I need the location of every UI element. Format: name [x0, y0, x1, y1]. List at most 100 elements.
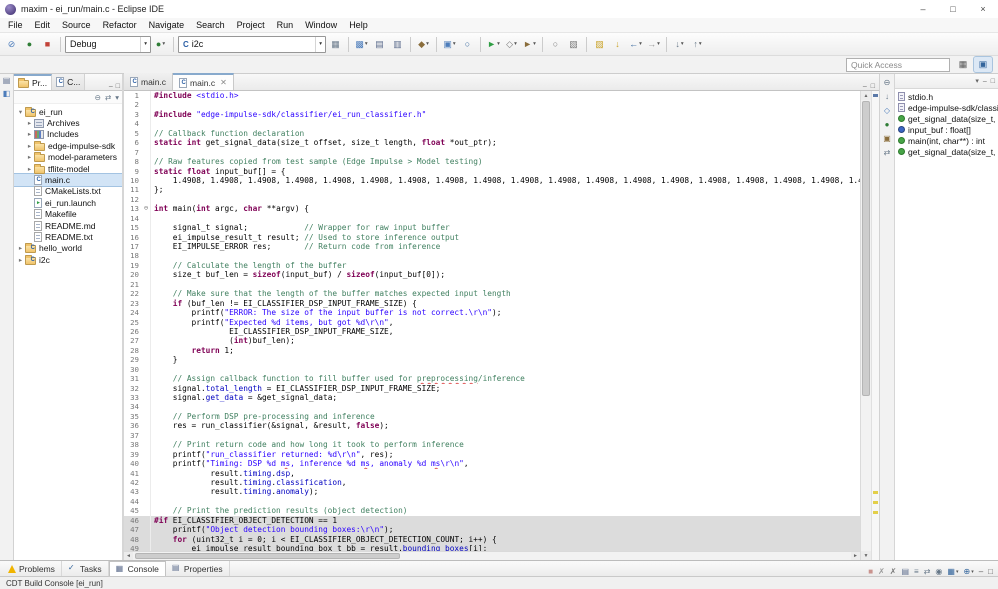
code-line-26[interactable]: 26 EI_CLASSIFIER_DSP_INPUT_FRAME_SIZE,	[124, 327, 860, 336]
code-line-1[interactable]: 1#include <stdio.h>	[124, 91, 860, 100]
tab-properties[interactable]: Properties	[166, 561, 230, 576]
explorer-item-tflite-model[interactable]: ▸tflite-model	[14, 163, 122, 174]
outline-item-get-signal-data[interactable]: get_signal_data(size_t, size_t, float*) …	[895, 113, 998, 124]
menu-project[interactable]: Project	[231, 20, 271, 30]
new-c-project-button[interactable]: ▣▾	[441, 35, 458, 53]
new-wizard-button[interactable]: ▩▾	[353, 35, 370, 53]
code-line-23[interactable]: 23 if (buf_len != EI_CLASSIFIER_DSP_INPU…	[124, 299, 860, 308]
pin-console-button[interactable]: ◉	[935, 568, 942, 576]
save-button[interactable]: ▤	[371, 35, 388, 53]
explorer-tab-c[interactable]: C...	[52, 74, 85, 90]
code-line-27[interactable]: 27 (int)buf_len);	[124, 336, 860, 345]
code-line-18[interactable]: 18	[124, 251, 860, 260]
restore-view-button[interactable]: ▤	[3, 77, 11, 85]
chevron-down-icon[interactable]: ▾	[315, 37, 325, 52]
menu-help[interactable]: Help	[343, 20, 374, 30]
code-line-20[interactable]: 20 size_t buf_len = sizeof(input_buf) / …	[124, 270, 860, 279]
open-element-button[interactable]: ○	[547, 35, 564, 53]
scroll-lock-button[interactable]: ≡	[914, 568, 919, 576]
twisty-icon[interactable]: ▸	[25, 153, 34, 161]
explorer-item-main-c[interactable]: main.c	[14, 174, 122, 185]
code-line-4[interactable]: 4	[124, 119, 860, 128]
tab-problems[interactable]: Problems	[2, 561, 62, 576]
twisty-icon[interactable]: ▸	[25, 119, 34, 127]
explorer-item-readme-md[interactable]: README.md	[14, 220, 122, 231]
scroll-up-arrow-icon[interactable]: ▲	[861, 91, 871, 100]
code-line-11[interactable]: 11};	[124, 185, 860, 194]
maximize-button[interactable]: □	[938, 0, 968, 18]
code-line-38[interactable]: 38 // Print return code and how long it …	[124, 440, 860, 449]
cpp-perspective-button[interactable]: ▣	[974, 57, 992, 72]
code-line-17[interactable]: 17 EI_IMPULSE_ERROR res; // Return code …	[124, 242, 860, 251]
twisty-icon[interactable]: ▸	[16, 256, 25, 264]
outline-item-main[interactable]: main(int, char**) : int	[895, 135, 998, 146]
previous-annotation-button[interactable]: ↑▾	[689, 35, 706, 53]
code-line-29[interactable]: 29 }	[124, 355, 860, 364]
minimize-editor-button[interactable]: –	[863, 83, 867, 90]
skip-all-breakpoints-button[interactable]: ⊘	[3, 35, 20, 53]
code-line-19[interactable]: 19 // Calculate the length of the buffer	[124, 261, 860, 270]
menu-navigate[interactable]: Navigate	[143, 20, 191, 30]
next-annotation-button[interactable]: ↓▾	[671, 35, 688, 53]
code-line-35[interactable]: 35 // Perform DSP pre-processing and inf…	[124, 412, 860, 421]
explorer-item-ei-run[interactable]: ▾ei_run	[14, 106, 122, 117]
fold-marker-icon[interactable]: ⊖	[142, 204, 151, 213]
vertical-scrollbar[interactable]: ▲ ▼	[860, 91, 871, 560]
close-button[interactable]: ×	[968, 0, 998, 18]
code-line-33[interactable]: 33 signal.get_data = &get_signal_data;	[124, 393, 860, 402]
scroll-down-arrow-icon[interactable]: ▼	[861, 551, 871, 560]
code-line-46[interactable]: 46#if EI_CLASSIFIER_OBJECT_DETECTION == …	[124, 516, 860, 525]
code-line-10[interactable]: 10 1.4908, 1.4908, 1.4908, 1.4908, 1.490…	[124, 176, 860, 185]
code-line-31[interactable]: 31 // Assign callback function to fill b…	[124, 374, 860, 383]
code-line-45[interactable]: 45 // Print the prediction results (obje…	[124, 506, 860, 515]
external-tools-button[interactable]: ►▾	[521, 35, 538, 53]
overview-mark[interactable]	[873, 491, 878, 494]
maximize-outline-button[interactable]: □	[991, 78, 995, 85]
manage-configurations-button[interactable]: ▦	[327, 35, 344, 53]
overview-mark[interactable]	[873, 501, 878, 504]
link-with-editor-button[interactable]: ⇄	[105, 93, 111, 102]
code-line-49[interactable]: 49 ei_impulse_result_bounding_box_t bb =…	[124, 544, 860, 551]
hide-fields-button[interactable]: ◇	[884, 107, 890, 115]
explorer-item-makefile[interactable]: Makefile	[14, 209, 122, 220]
explorer-item-edge-impulse-sdk[interactable]: ▸edge-impulse-sdk	[14, 140, 122, 151]
explorer-item-archives[interactable]: ▸Archives	[14, 117, 122, 128]
minimize-button[interactable]: –	[908, 0, 938, 18]
code-line-43[interactable]: 43 result.timing.anomaly);	[124, 487, 860, 496]
sort-outline-button[interactable]: ↓	[885, 93, 889, 101]
maximize-editor-button[interactable]: □	[871, 83, 875, 90]
code-line-36[interactable]: 36 res = run_classifier(&signal, &result…	[124, 421, 860, 430]
code-line-6[interactable]: 6static int get_signal_data(size_t offse…	[124, 138, 860, 147]
launch-configuration-combo[interactable]: Debug▾	[65, 36, 151, 53]
collapse-all-button[interactable]: ⊖	[95, 93, 101, 102]
code-line-37[interactable]: 37	[124, 431, 860, 440]
code-line-13[interactable]: 13⊖int main(int argc, char **argv) {	[124, 204, 860, 213]
explorer-item-model-parameters[interactable]: ▸model-parameters	[14, 152, 122, 163]
maximize-console-button[interactable]: □	[988, 568, 993, 576]
code-line-2[interactable]: 2	[124, 100, 860, 109]
outline-item-get-signal-data[interactable]: get_signal_data(size_t, size_t, float*) …	[895, 146, 998, 157]
twisty-icon[interactable]: ▸	[16, 244, 25, 252]
overview-mark[interactable]	[873, 511, 878, 514]
forward-button[interactable]: →▾	[645, 35, 662, 53]
code-line-21[interactable]: 21	[124, 280, 860, 289]
twisty-icon[interactable]: ▾	[16, 108, 25, 116]
last-edit-location-button[interactable]: ↓	[609, 35, 626, 53]
collapse-all-outline-button[interactable]: ⊖	[884, 79, 891, 87]
quick-access-input[interactable]: Quick Access	[846, 58, 950, 72]
code-line-40[interactable]: 40 printf("Timing: DSP %d ms, inference …	[124, 459, 860, 468]
explorer-item-includes[interactable]: ▸Includes	[14, 129, 122, 140]
maximize-explorer-button[interactable]: □	[116, 83, 120, 90]
view-shortcut-button[interactable]: ◧	[3, 90, 11, 98]
explorer-item-hello-world[interactable]: ▸hello_world	[14, 243, 122, 254]
back-button[interactable]: ←▾	[627, 35, 644, 53]
minimize-explorer-button[interactable]: –	[109, 83, 113, 90]
remove-launch-button[interactable]: ✗	[878, 568, 885, 576]
menu-run[interactable]: Run	[271, 20, 300, 30]
twisty-icon[interactable]: ▸	[25, 130, 34, 138]
mark-occurrences-button[interactable]: ▨	[591, 35, 608, 53]
code-line-9[interactable]: 9static float input_buf[] = {	[124, 167, 860, 176]
outline-view-menu-button[interactable]: ▾	[975, 77, 979, 85]
code-line-16[interactable]: 16 ei_impulse_result_t result; // Used t…	[124, 233, 860, 242]
terminate-console-button[interactable]: ■	[868, 568, 873, 576]
